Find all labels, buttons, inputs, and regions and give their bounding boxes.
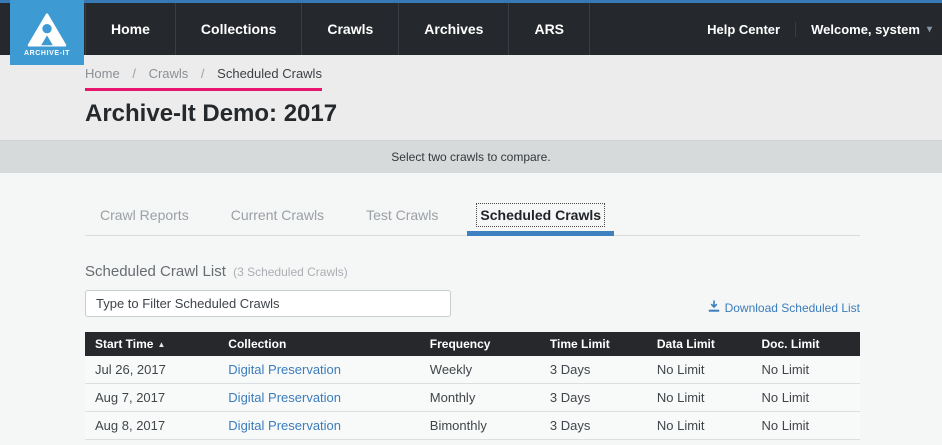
compare-notice: Select two crawls to compare. xyxy=(0,140,942,173)
nav-item-collections[interactable]: Collections xyxy=(176,3,302,55)
breadcrumb-home-link[interactable]: Home xyxy=(85,66,120,81)
top-navigation-bar: ARCHIVE-IT Home Collections Crawls Archi… xyxy=(0,3,942,55)
download-link-label: Download Scheduled List xyxy=(725,301,860,315)
cell-data-limit: No Limit xyxy=(647,356,752,384)
tab-crawl-reports[interactable]: Crawl Reports xyxy=(100,204,189,235)
table-row: Jul 26, 2017 Digital Preservation Weekly… xyxy=(85,356,860,384)
crawl-tabs: Crawl Reports Current Crawls Test Crawls… xyxy=(85,204,860,236)
nav-item-home[interactable]: Home xyxy=(85,3,176,55)
cell-start-time: Aug 8, 2017 xyxy=(85,412,218,440)
cell-frequency: Monthly xyxy=(420,384,540,412)
page-title: Archive-It Demo: 2017 xyxy=(85,100,860,128)
column-header-time-limit[interactable]: Time Limit xyxy=(540,332,647,356)
scheduled-crawl-list-heading: Scheduled Crawl List (3 Scheduled Crawls… xyxy=(85,263,860,280)
cell-frequency: Bimonthly xyxy=(420,412,540,440)
breadcrumb-separator: / xyxy=(132,66,136,81)
table-row: Aug 7, 2017 Digital Preservation Monthly… xyxy=(85,384,860,412)
help-center-link[interactable]: Help Center xyxy=(707,22,796,37)
main-content: Crawl Reports Current Crawls Test Crawls… xyxy=(0,173,942,440)
scheduled-crawls-table: Start Time▲ Collection Frequency Time Li… xyxy=(85,332,860,440)
filter-row: Download Scheduled List xyxy=(85,290,860,317)
column-header-frequency[interactable]: Frequency xyxy=(420,332,540,356)
nav-item-crawls[interactable]: Crawls xyxy=(302,3,399,55)
cell-time-limit: 3 Days xyxy=(540,412,647,440)
archive-it-logo-text: ARCHIVE-IT xyxy=(24,50,70,57)
collection-link[interactable]: Digital Preservation xyxy=(228,362,341,377)
breadcrumb-current: Scheduled Crawls xyxy=(217,66,322,81)
cell-doc-limit: No Limit xyxy=(751,384,860,412)
cell-start-time: Aug 7, 2017 xyxy=(85,384,218,412)
column-header-doc-limit[interactable]: Doc. Limit xyxy=(751,332,860,356)
cell-data-limit: No Limit xyxy=(647,412,752,440)
column-header-collection[interactable]: Collection xyxy=(218,332,420,356)
table-row: Aug 8, 2017 Digital Preservation Bimonth… xyxy=(85,412,860,440)
download-icon xyxy=(708,300,725,315)
header-right-group: Help Center Welcome, system ▾ xyxy=(707,3,932,55)
breadcrumb-crawls-link[interactable]: Crawls xyxy=(149,66,189,81)
nav-item-ars[interactable]: ARS xyxy=(509,3,590,55)
user-menu-label: Welcome, system xyxy=(811,22,920,37)
user-menu[interactable]: Welcome, system ▾ xyxy=(796,22,932,37)
filter-input[interactable] xyxy=(85,290,451,317)
archive-it-logo-icon xyxy=(27,9,67,47)
collection-link[interactable]: Digital Preservation xyxy=(228,418,341,433)
tab-test-crawls[interactable]: Test Crawls xyxy=(366,204,438,235)
cell-data-limit: No Limit xyxy=(647,384,752,412)
tab-current-crawls[interactable]: Current Crawls xyxy=(231,204,324,235)
breadcrumb: Home / Crawls / Scheduled Crawls xyxy=(85,66,322,91)
collection-link[interactable]: Digital Preservation xyxy=(228,390,341,405)
download-scheduled-list-link[interactable]: Download Scheduled List xyxy=(708,300,860,317)
cell-doc-limit: No Limit xyxy=(751,356,860,384)
cell-start-time: Jul 26, 2017 xyxy=(85,356,218,384)
table-header-row: Start Time▲ Collection Frequency Time Li… xyxy=(85,332,860,356)
cell-doc-limit: No Limit xyxy=(751,412,860,440)
nav-item-archives[interactable]: Archives xyxy=(399,3,509,55)
archive-it-logo[interactable]: ARCHIVE-IT xyxy=(10,0,84,65)
chevron-down-icon: ▾ xyxy=(927,24,932,35)
cell-time-limit: 3 Days xyxy=(540,384,647,412)
column-header-start-time[interactable]: Start Time▲ xyxy=(85,332,218,356)
sort-ascending-icon: ▲ xyxy=(157,340,165,349)
breadcrumb-separator: / xyxy=(201,66,205,81)
cell-frequency: Weekly xyxy=(420,356,540,384)
cell-time-limit: 3 Days xyxy=(540,356,647,384)
column-header-data-limit[interactable]: Data Limit xyxy=(647,332,752,356)
list-count-note: (3 Scheduled Crawls) xyxy=(233,265,348,279)
tab-scheduled-crawls[interactable]: Scheduled Crawls xyxy=(480,204,601,235)
page-head-section: Home / Crawls / Scheduled Crawls Archive… xyxy=(0,55,942,140)
list-heading-text: Scheduled Crawl List xyxy=(85,263,226,280)
